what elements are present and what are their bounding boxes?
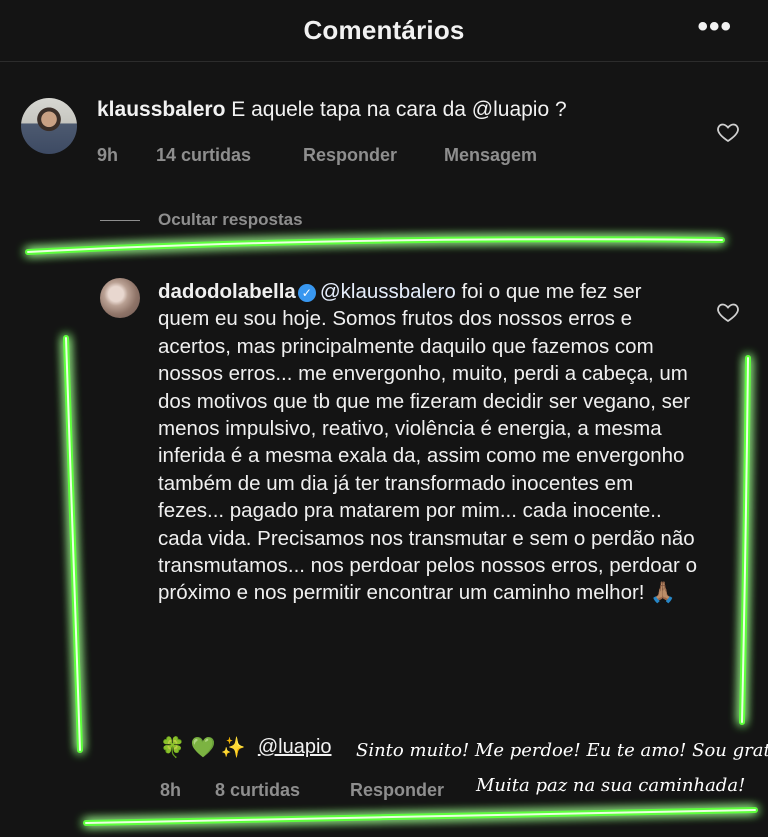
reply-mention-2[interactable]: @luapio	[258, 736, 332, 759]
hide-replies-button[interactable]: Ocultar respostas	[100, 210, 303, 230]
message-button[interactable]: Mensagem	[444, 145, 537, 166]
reply-mention[interactable]: @klaussbalero	[320, 280, 456, 303]
hide-replies-label: Ocultar respostas	[158, 210, 303, 229]
highlight-line-top	[25, 236, 725, 255]
reply-username[interactable]: dadodolabella	[158, 280, 296, 303]
comment-time: 9h	[97, 145, 119, 165]
overlay-text-2: Muita paz na sua caminhada!	[476, 775, 746, 796]
heart-icon[interactable]	[716, 120, 740, 144]
reply-text: dadodolabella ✓ @klaussbalero foi o que me…	[158, 278, 698, 607]
reply-button[interactable]: Responder	[303, 145, 397, 166]
comment-username[interactable]: klaussbalero	[97, 98, 225, 121]
verified-badge-icon: ✓	[297, 284, 316, 302]
avatar[interactable]	[21, 98, 77, 154]
overlay-text-1: Sinto muito! Me perdoe! Eu te amo! Sou g…	[356, 740, 768, 761]
reply-emoji-row: 🍀 💚 ✨ @luapio	[160, 735, 332, 760]
more-horizontal-icon[interactable]: •••	[697, 10, 732, 44]
comment-body-end: ?	[549, 98, 567, 121]
divider	[100, 219, 140, 221]
reply-body: foi o que me fez ser quem eu sou hoje. S…	[158, 280, 697, 605]
comment-likes[interactable]: 14 curtidas	[156, 145, 251, 166]
heart-icon[interactable]	[716, 300, 740, 324]
emoji-group: 🍀 💚 ✨	[160, 737, 246, 759]
highlight-line-left	[63, 335, 83, 753]
comment-text: klaussbalero E aquele tapa na cara da @l…	[97, 98, 567, 122]
highlight-line-bottom	[83, 807, 758, 826]
comments-header: Comentários •••	[0, 0, 768, 62]
comment-body: E aquele tapa na cara da	[231, 98, 466, 121]
avatar[interactable]	[100, 278, 140, 318]
reply-button[interactable]: Responder	[350, 780, 444, 801]
page-title: Comentários	[303, 15, 465, 45]
reply-likes[interactable]: 8 curtidas	[215, 780, 300, 801]
comment-mention[interactable]: @luapio	[472, 98, 549, 121]
highlight-line-right	[739, 355, 751, 725]
reply-time: 8h	[160, 780, 182, 800]
